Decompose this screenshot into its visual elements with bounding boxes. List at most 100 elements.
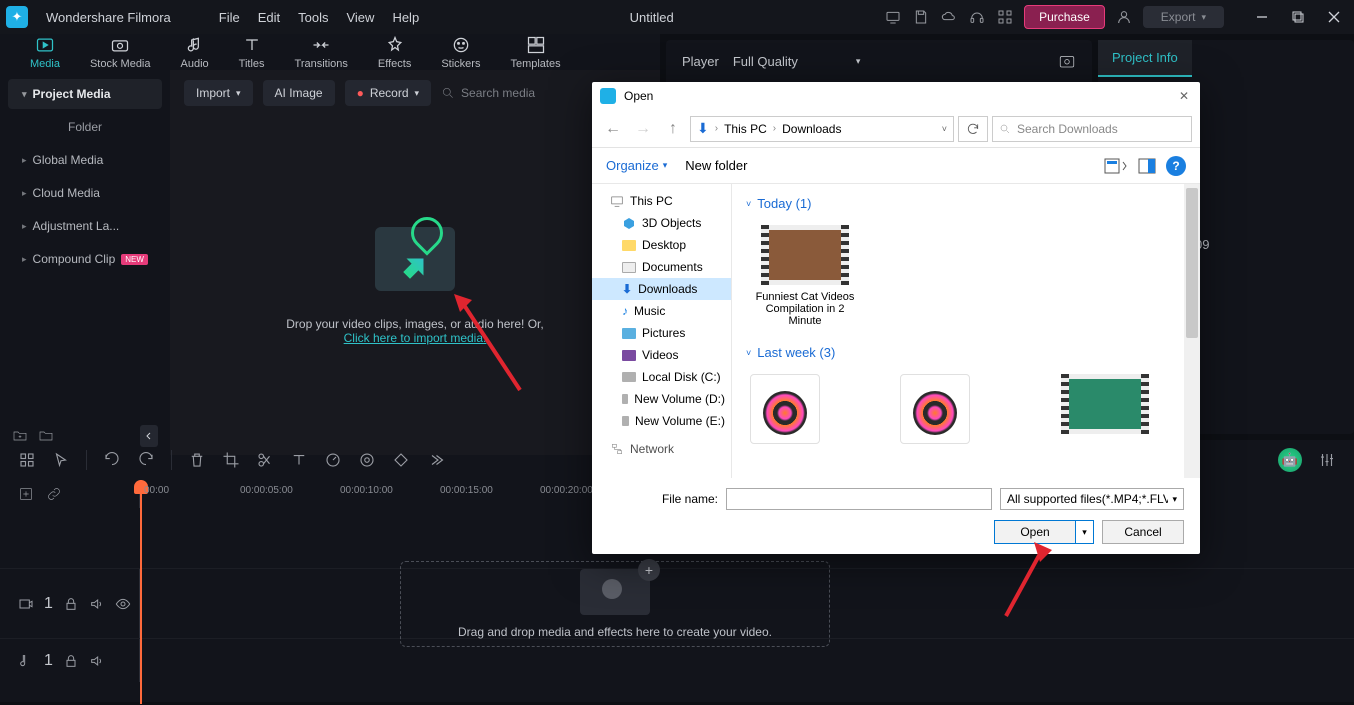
organize-button[interactable]: Organize▾ [606, 158, 667, 173]
open-dropdown-button[interactable]: ▾ [1076, 520, 1094, 544]
tree-downloads[interactable]: ⬇Downloads [592, 278, 731, 300]
close-button[interactable] [1320, 3, 1348, 31]
undo-icon[interactable] [103, 451, 121, 469]
delete-icon[interactable] [188, 451, 206, 469]
record-button[interactable]: ●Record▾ [345, 80, 431, 106]
mute-icon[interactable] [89, 653, 105, 669]
keyframe-icon[interactable] [392, 451, 410, 469]
tab-effects[interactable]: Effects [378, 34, 411, 70]
ai-assistant-icon[interactable]: 🤖 [1278, 448, 1302, 472]
media-dropzone[interactable]: Drop your video clips, images, or audio … [170, 116, 660, 455]
file-item-video[interactable]: Funniest Cat Videos Compilation in 2 Min… [750, 225, 860, 327]
crop-icon[interactable] [222, 451, 240, 469]
headphones-icon[interactable] [968, 8, 986, 26]
cursor-icon[interactable] [52, 451, 70, 469]
menu-view[interactable]: View [346, 10, 374, 25]
player-quality-select[interactable]: Full Quality▾ [733, 54, 861, 69]
import-button[interactable]: Import▾ [184, 80, 253, 106]
sidebar-project-media[interactable]: ▾Project Media [8, 79, 162, 109]
tab-stock-media[interactable]: Stock Media [90, 34, 151, 70]
redo-icon[interactable] [137, 451, 155, 469]
preview-pane-button[interactable] [1138, 158, 1156, 174]
eye-icon[interactable] [115, 596, 131, 612]
purchase-button[interactable]: Purchase [1024, 5, 1105, 29]
nav-back-button[interactable]: ← [600, 117, 626, 141]
snapshot-icon[interactable] [1058, 52, 1076, 70]
cancel-button[interactable]: Cancel [1102, 520, 1184, 544]
sidebar-adjustment-layer[interactable]: ▸Adjustment La... [8, 211, 162, 241]
help-icon[interactable]: ? [1166, 156, 1186, 176]
link-icon[interactable] [46, 486, 62, 502]
sidebar-folder[interactable]: Folder [0, 112, 170, 142]
dialog-close-button[interactable]: ✕ [1176, 89, 1192, 103]
nav-forward-button[interactable]: → [630, 117, 656, 141]
tab-media[interactable]: Media [30, 34, 60, 70]
nav-up-button[interactable]: ↑ [660, 117, 686, 141]
maximize-button[interactable] [1284, 3, 1312, 31]
file-item-video[interactable] [1050, 374, 1160, 444]
save-icon[interactable] [912, 8, 930, 26]
split-icon[interactable] [256, 451, 274, 469]
tree-documents[interactable]: Documents [592, 256, 731, 278]
tab-transitions[interactable]: Transitions [295, 34, 348, 70]
audio-track[interactable]: 1 [0, 638, 1354, 682]
menu-help[interactable]: Help [392, 10, 419, 25]
tab-audio[interactable]: Audio [181, 34, 209, 70]
open-button[interactable]: Open [994, 520, 1076, 544]
tab-stickers[interactable]: Stickers [441, 34, 480, 70]
ai-image-button[interactable]: AI Image [263, 80, 335, 106]
timeline-grid-icon[interactable] [18, 451, 36, 469]
export-button[interactable]: Export▾ [1143, 6, 1224, 28]
text-icon[interactable] [290, 451, 308, 469]
dialog-search-input[interactable]: Search Downloads [992, 116, 1192, 142]
group-last-week[interactable]: ˅Last week (3) [746, 341, 1186, 364]
sidebar-global-media[interactable]: ▸Global Media [8, 145, 162, 175]
import-media-link[interactable]: Click here to import media. [344, 331, 487, 345]
tree-local-disk[interactable]: Local Disk (C:) [592, 366, 731, 388]
tree-pictures[interactable]: Pictures [592, 322, 731, 344]
cloud-icon[interactable] [940, 8, 958, 26]
filename-input[interactable] [726, 488, 992, 510]
ruler-tick: 00:00:05:00 [240, 485, 293, 496]
tree-videos[interactable]: Videos [592, 344, 731, 366]
more-icon[interactable] [426, 451, 444, 469]
tree-3d-objects[interactable]: 3D Objects [592, 212, 731, 234]
menu-edit[interactable]: Edit [258, 10, 280, 25]
view-mode-button[interactable] [1104, 158, 1128, 174]
audio-mixer-icon[interactable] [1318, 451, 1336, 469]
lock-icon[interactable] [63, 596, 79, 612]
sidebar-cloud-media[interactable]: ▸Cloud Media [8, 178, 162, 208]
project-info-tab[interactable]: Project Info [1098, 40, 1192, 77]
video-track[interactable]: 1 + Drag and drop media and effects here… [0, 568, 1354, 638]
mute-icon[interactable] [89, 596, 105, 612]
file-item-audio[interactable] [750, 374, 860, 444]
screen-icon[interactable] [884, 8, 902, 26]
tab-templates[interactable]: Templates [510, 34, 560, 70]
tree-network[interactable]: Network [592, 438, 731, 460]
account-icon[interactable] [1115, 8, 1133, 26]
minimize-button[interactable] [1248, 3, 1276, 31]
filetype-select[interactable]: All supported files(*.MP4;*.FLV;▾ [1000, 488, 1184, 510]
add-track-icon[interactable] [18, 486, 34, 502]
address-bar[interactable]: ⬇ › This PC › Downloads ˅ [690, 116, 954, 142]
menu-file[interactable]: File [219, 10, 240, 25]
tree-new-volume-d[interactable]: New Volume (D:) [592, 388, 731, 410]
menu-tools[interactable]: Tools [298, 10, 328, 25]
sidebar-compound-clip[interactable]: ▸Compound ClipNEW [8, 244, 162, 274]
apps-icon[interactable] [996, 8, 1014, 26]
file-item-audio[interactable] [900, 374, 1010, 444]
group-today[interactable]: ˅Today (1) [746, 192, 1186, 215]
video-thumbnail [761, 225, 849, 285]
refresh-button[interactable] [958, 116, 988, 142]
speed-icon[interactable] [324, 451, 342, 469]
color-icon[interactable] [358, 451, 376, 469]
tree-this-pc[interactable]: This PC [592, 190, 731, 212]
lock-icon[interactable] [63, 653, 79, 669]
tree-desktop[interactable]: Desktop [592, 234, 731, 256]
scrollbar[interactable] [1184, 184, 1200, 478]
tab-titles[interactable]: Titles [239, 34, 265, 70]
timeline-dropzone[interactable]: + Drag and drop media and effects here t… [400, 561, 830, 647]
tree-music[interactable]: ♪Music [592, 300, 731, 322]
tree-new-volume-e[interactable]: New Volume (E:) [592, 410, 731, 432]
new-folder-button[interactable]: New folder [685, 158, 747, 173]
